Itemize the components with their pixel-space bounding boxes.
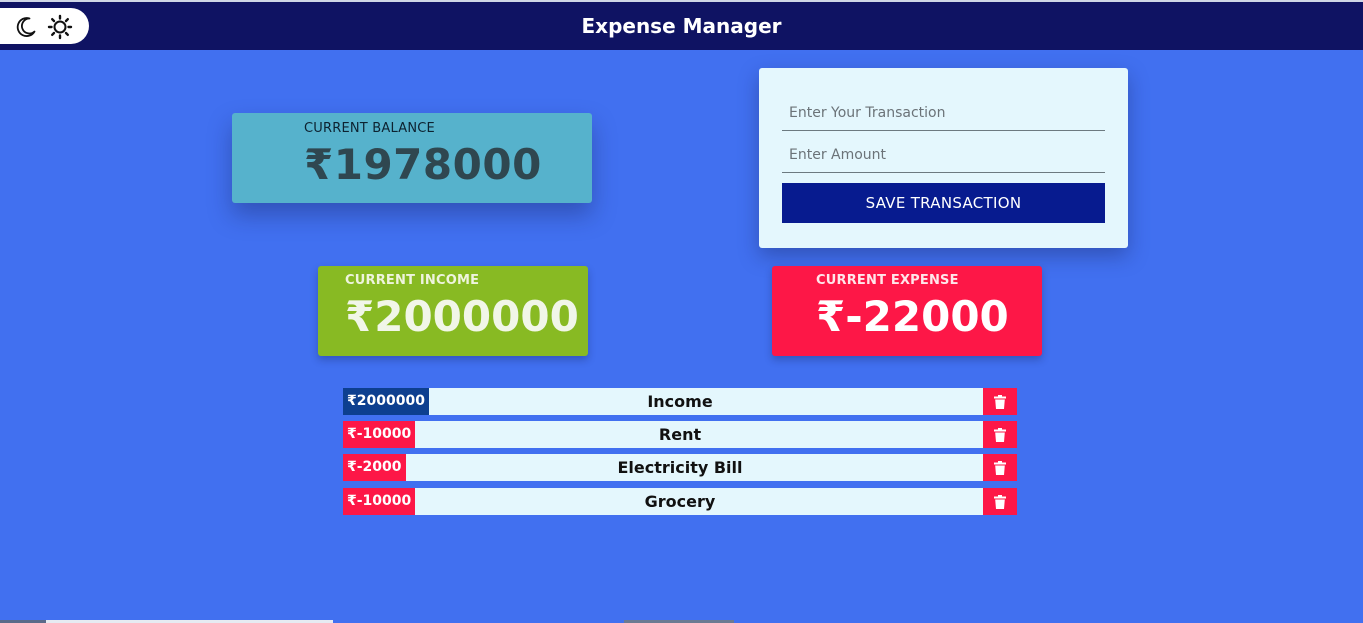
transaction-row: ₹-10000 Rent <box>343 421 1017 448</box>
balance-label: CURRENT BALANCE <box>304 121 435 136</box>
transaction-amount: ₹-10000 <box>343 421 416 448</box>
expense-label: CURRENT EXPENSE <box>816 273 959 288</box>
transaction-form: SAVE TRANSACTION <box>759 68 1128 248</box>
transaction-row: ₹2000000 Income <box>343 388 1017 415</box>
income-amount: ₹2000000 <box>345 292 579 341</box>
transaction-amount: ₹2000000 <box>343 388 429 415</box>
trash-icon <box>994 428 1006 442</box>
transaction-row: ₹-10000 Grocery <box>343 488 1017 515</box>
app-header: Expense Manager <box>0 2 1363 50</box>
transaction-name: Grocery <box>644 492 716 511</box>
transaction-name: Income <box>647 392 713 411</box>
delete-button[interactable] <box>983 454 1017 481</box>
expense-card: CURRENT EXPENSE ₹-22000 <box>772 266 1042 356</box>
transaction-amount: ₹-10000 <box>343 488 416 515</box>
expense-amount: ₹-22000 <box>816 292 1009 341</box>
balance-amount: ₹1978000 <box>304 140 542 189</box>
transaction-amount: ₹-2000 <box>343 454 406 481</box>
trash-icon <box>994 495 1006 509</box>
trash-icon <box>994 461 1006 475</box>
app-title: Expense Manager <box>581 14 782 38</box>
transaction-name: Electricity Bill <box>617 458 743 477</box>
transaction-input[interactable] <box>782 95 1105 131</box>
save-transaction-button[interactable]: SAVE TRANSACTION <box>782 183 1105 223</box>
amount-input[interactable] <box>782 138 1105 173</box>
delete-button[interactable] <box>983 421 1017 448</box>
transaction-name: Rent <box>658 425 702 444</box>
transaction-row: ₹-2000 Electricity Bill <box>343 454 1017 481</box>
income-label: CURRENT INCOME <box>345 273 480 288</box>
trash-icon <box>994 395 1006 409</box>
income-card: CURRENT INCOME ₹2000000 <box>318 266 588 356</box>
delete-button[interactable] <box>983 388 1017 415</box>
delete-button[interactable] <box>983 488 1017 515</box>
balance-card: CURRENT BALANCE ₹1978000 <box>232 113 592 203</box>
